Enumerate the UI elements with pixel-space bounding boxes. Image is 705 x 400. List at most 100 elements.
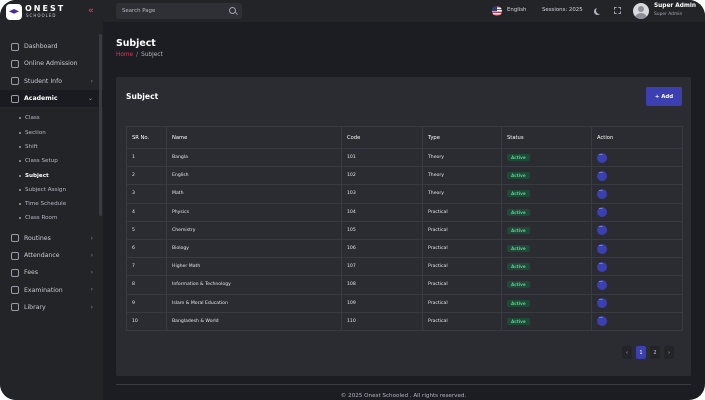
column-header-sr[interactable]: SR No. bbox=[126, 126, 167, 149]
submenu-item-class-room[interactable]: Class Room bbox=[0, 211, 103, 225]
sidebar-item-online-admission[interactable]: Online Admission bbox=[0, 55, 103, 72]
sidebar-item-examination[interactable]: Examination › bbox=[0, 281, 103, 298]
cell-action bbox=[591, 147, 683, 168]
submenu-item-class[interactable]: Class bbox=[0, 111, 103, 125]
bullet-icon bbox=[19, 174, 21, 177]
table-row: 5 Chemistry 105 Practical Active bbox=[126, 220, 683, 240]
cell-status: Active bbox=[501, 311, 592, 331]
more-actions-icon[interactable] bbox=[597, 243, 607, 254]
more-actions-icon[interactable] bbox=[597, 188, 607, 199]
sidebar-nav: Dashboard Online Admission Student Info … bbox=[0, 38, 103, 316]
search-input[interactable] bbox=[122, 6, 222, 16]
table-row: 9 Islam & Moral Education 109 Practical Acti… bbox=[126, 293, 683, 313]
sidebar-item-label: Online Admission bbox=[24, 60, 78, 68]
status-badge: Active bbox=[507, 245, 530, 253]
pagination-prev-button[interactable]: ‹ bbox=[622, 346, 632, 359]
sidebar-item-label: Student Info bbox=[24, 77, 63, 85]
sidebar-item-routines[interactable]: Routines › bbox=[0, 230, 103, 247]
submenu-label: Subject bbox=[25, 172, 49, 179]
sidebar-item-label: Library bbox=[24, 303, 46, 311]
cell-sr: 6 bbox=[126, 238, 167, 259]
more-actions-icon[interactable] bbox=[597, 206, 607, 218]
sidebar-item-attendance[interactable]: Attendance › bbox=[0, 247, 103, 264]
attendance-icon bbox=[11, 251, 19, 260]
pagination-page-2[interactable]: 2 bbox=[650, 346, 660, 359]
column-header-status[interactable]: Status bbox=[501, 126, 592, 149]
table-row: 1 Bangla 101 Theory Active bbox=[126, 147, 683, 168]
bullet-icon bbox=[19, 203, 21, 206]
library-icon bbox=[11, 303, 19, 312]
submenu-item-section[interactable]: Section bbox=[0, 125, 103, 139]
more-actions-icon[interactable] bbox=[597, 261, 607, 272]
bullet-icon bbox=[19, 117, 21, 120]
cell-sr: 10 bbox=[126, 311, 167, 331]
cell-sr: 5 bbox=[126, 220, 167, 240]
footer-divider bbox=[116, 384, 691, 385]
session-selector[interactable]: Sessions: 2025 bbox=[542, 7, 583, 13]
language-selector[interactable]: English bbox=[507, 7, 526, 13]
status-badge: Active bbox=[507, 281, 530, 289]
table-row: 6 Biology 106 Practical Active bbox=[126, 238, 683, 259]
more-actions-icon[interactable] bbox=[597, 170, 607, 181]
cell-sr: 8 bbox=[126, 275, 167, 295]
sidebar-item-academic[interactable]: Academic ⌄ bbox=[0, 89, 103, 108]
pagination-next-button[interactable]: › bbox=[664, 346, 674, 359]
sidebar-item-student-info[interactable]: Student Info › bbox=[0, 73, 103, 90]
column-header-code[interactable]: Code bbox=[341, 126, 423, 149]
pagination-page-1[interactable]: 1 bbox=[636, 346, 646, 359]
search-box bbox=[116, 3, 242, 19]
cell-code: 101 bbox=[341, 147, 423, 168]
table-row: 10 Bangladesh & World 110 Practical Active bbox=[126, 311, 683, 331]
sidebar-item-dashboard[interactable]: Dashboard bbox=[0, 38, 103, 55]
more-actions-icon[interactable] bbox=[597, 152, 607, 163]
cell-sr: 2 bbox=[126, 166, 167, 186]
cell-action bbox=[591, 275, 683, 295]
us-flag-icon[interactable] bbox=[492, 6, 502, 16]
submenu-item-subject[interactable]: Subject bbox=[0, 168, 103, 182]
status-badge: Active bbox=[507, 226, 530, 234]
column-header-name[interactable]: Name bbox=[166, 126, 342, 149]
avatar[interactable] bbox=[633, 3, 649, 19]
table-row: 2 English 102 Theory Active bbox=[126, 166, 683, 186]
more-actions-icon[interactable] bbox=[597, 297, 607, 309]
fullscreen-icon[interactable] bbox=[614, 7, 621, 14]
sidebar-item-fees[interactable]: Fees › bbox=[0, 264, 103, 281]
cell-action bbox=[591, 220, 683, 240]
moon-icon[interactable] bbox=[596, 7, 603, 14]
submenu-label: Class Room bbox=[25, 215, 58, 222]
graduation-cap-logo-icon bbox=[6, 4, 22, 20]
submenu-item-shift[interactable]: Shift bbox=[0, 140, 103, 154]
dashboard-icon bbox=[11, 42, 19, 51]
submenu-item-time-schedule[interactable]: Time Schedule bbox=[0, 197, 103, 211]
cell-code: 108 bbox=[341, 275, 423, 295]
sidebar: ONEST SCHOOLED « Dashboard Online Admiss… bbox=[0, 0, 103, 400]
search-icon[interactable] bbox=[229, 7, 236, 14]
cell-code: 103 bbox=[341, 184, 423, 204]
collapse-sidebar-icon[interactable]: « bbox=[88, 6, 94, 16]
status-badge: Active bbox=[507, 154, 530, 162]
status-badge: Active bbox=[507, 317, 530, 325]
cell-action bbox=[591, 184, 683, 204]
submenu-label: Section bbox=[25, 129, 46, 136]
more-actions-icon[interactable] bbox=[597, 279, 607, 290]
cell-action bbox=[591, 311, 683, 331]
cell-name: Bangla bbox=[166, 147, 342, 168]
table-header-row: SR No. Name Code Type Status Action bbox=[126, 126, 683, 149]
more-actions-icon[interactable] bbox=[597, 315, 607, 327]
cell-code: 102 bbox=[341, 166, 423, 186]
cell-type: Theory bbox=[422, 147, 502, 168]
breadcrumb-home-link[interactable]: Home bbox=[116, 52, 133, 58]
user-name[interactable]: Super Admin bbox=[654, 3, 696, 9]
cell-code: 104 bbox=[341, 202, 423, 222]
fees-icon bbox=[11, 268, 19, 277]
cell-status: Active bbox=[501, 184, 592, 204]
submenu-item-class-setup[interactable]: Class Setup bbox=[0, 154, 103, 168]
cell-name: English bbox=[166, 166, 342, 186]
sidebar-item-library[interactable]: Library › bbox=[0, 299, 103, 316]
submenu-item-subject-assign[interactable]: Subject Assign bbox=[0, 183, 103, 197]
add-subject-button[interactable]: + Add bbox=[646, 87, 682, 106]
cell-type: Practical bbox=[422, 220, 502, 240]
sidebar-scrollbar[interactable] bbox=[99, 34, 102, 216]
more-actions-icon[interactable] bbox=[597, 224, 607, 236]
column-header-type[interactable]: Type bbox=[422, 126, 502, 149]
